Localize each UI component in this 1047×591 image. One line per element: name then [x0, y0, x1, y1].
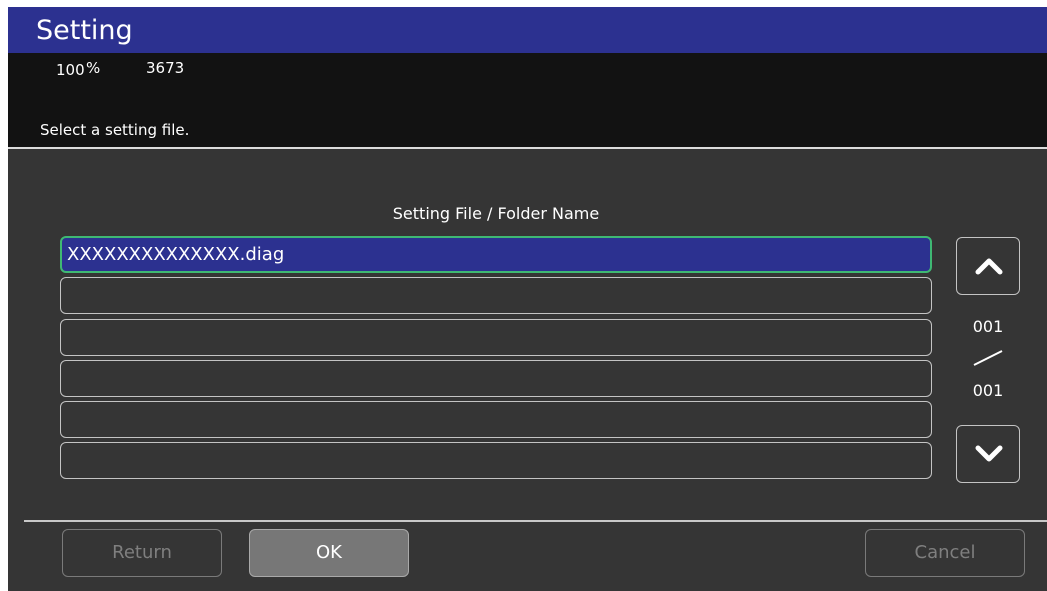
zoom-unit: % [86, 59, 101, 77]
chevron-down-icon [975, 445, 1003, 462]
file-list-row-4[interactable] [60, 360, 932, 397]
file-list-row-5[interactable] [60, 401, 932, 438]
setting-screen: Setting 100 % 3673 Select a setting file… [8, 7, 1047, 591]
cancel-button[interactable]: Cancel [865, 529, 1025, 577]
file-list-row-6[interactable] [60, 442, 932, 479]
file-list-row-1[interactable]: XXXXXXXXXXXXXX.diag [60, 236, 932, 273]
chevron-up-icon [975, 258, 1003, 275]
footer-divider [24, 520, 1047, 522]
ok-button[interactable]: OK [249, 529, 409, 577]
page-title: Setting [36, 15, 133, 46]
current-page: 001 [972, 317, 1004, 336]
header-divider [8, 147, 1047, 149]
page-separator-slash [973, 350, 1003, 366]
return-button[interactable]: Return [62, 529, 222, 577]
total-pages: 001 [972, 381, 1004, 400]
file-list-row-2[interactable] [60, 277, 932, 314]
count-value: 3673 [146, 59, 185, 77]
info-panel: 100 % 3673 Select a setting file. [8, 53, 1047, 147]
scroll-up-button[interactable] [956, 237, 1020, 295]
title-bar: Setting [8, 7, 1047, 53]
file-list-column-header: Setting File / Folder Name [392, 204, 600, 223]
zoom-value: 100 [56, 61, 85, 79]
instruction-message: Select a setting file. [40, 121, 190, 139]
scroll-down-button[interactable] [956, 425, 1020, 483]
file-list-row-3[interactable] [60, 319, 932, 356]
